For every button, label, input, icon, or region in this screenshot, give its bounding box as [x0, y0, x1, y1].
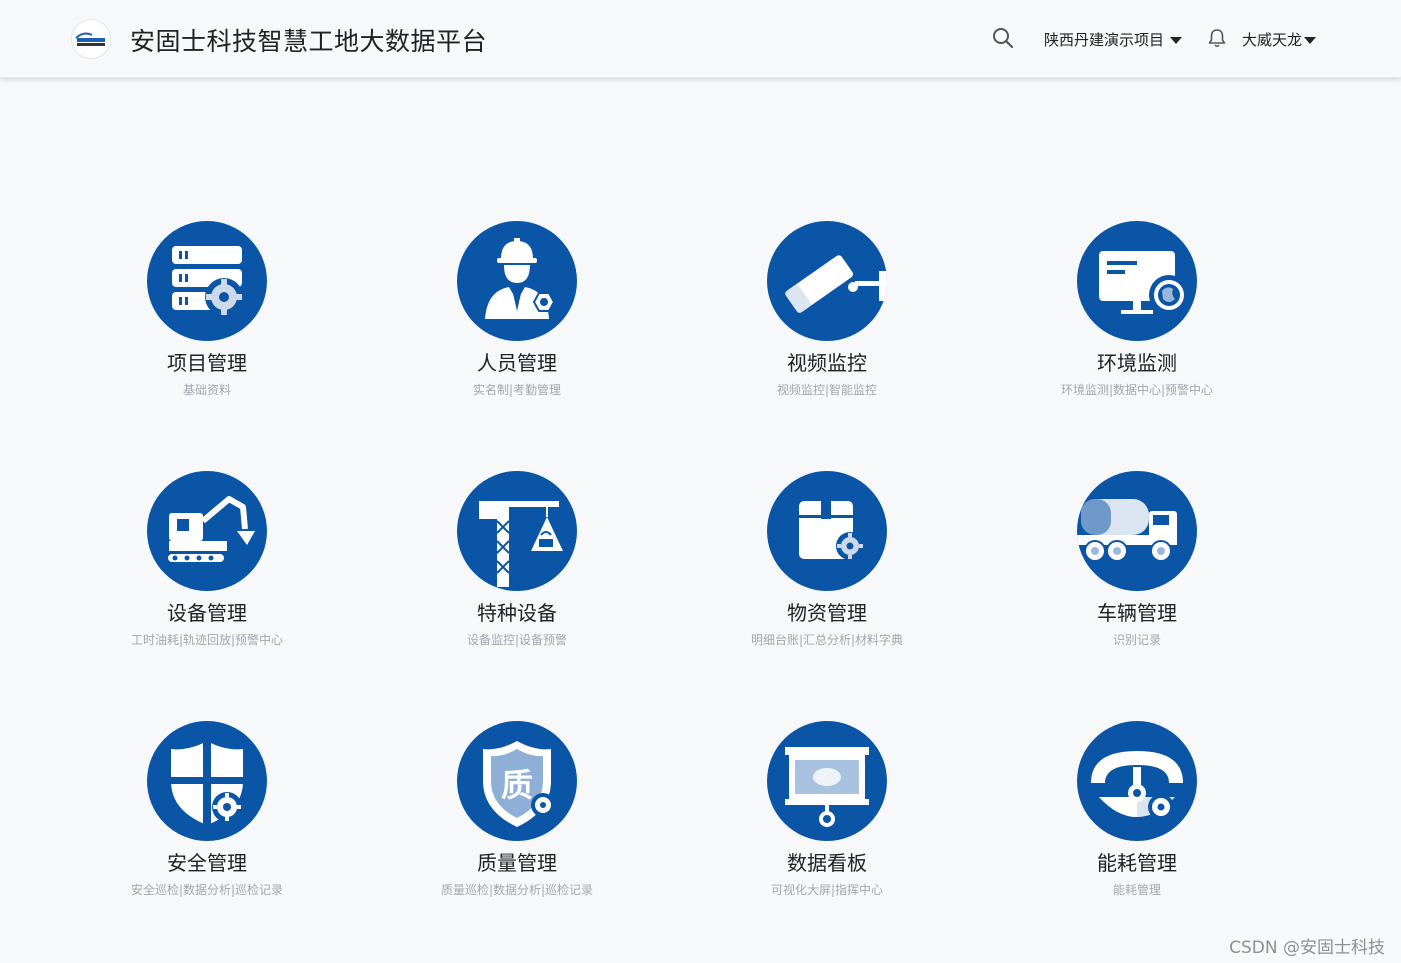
module-name: 质量管理 — [477, 851, 557, 875]
module-icon-circle — [147, 471, 267, 591]
module-name: 环境监测 — [1097, 351, 1177, 375]
worker-icon — [485, 238, 556, 319]
module-energy-management[interactable]: 能耗管理 能耗管理 — [1027, 721, 1247, 898]
module-name: 视频监控 — [787, 351, 867, 375]
bell-icon[interactable] — [1207, 28, 1227, 48]
module-equipment-management[interactable]: 设备管理 工时油耗|轨迹回放|预警中心 — [97, 471, 317, 648]
module-subtitle: 工时油耗|轨迹回放|预警中心 — [130, 633, 284, 647]
module-icon-circle — [147, 221, 267, 341]
module-name: 设备管理 — [167, 601, 247, 625]
project-selector[interactable]: 陕西丹建演示项目 — [1044, 29, 1183, 50]
module-subtitle: 识别记录 — [1112, 633, 1161, 647]
module-name: 能耗管理 — [1097, 851, 1177, 875]
module-subtitle: 明细台账|汇总分析|材料字典 — [750, 633, 904, 647]
module-subtitle: 基础资料 — [182, 383, 231, 397]
module-video-monitoring[interactable]: 视频监控 视频监控|智能监控 — [717, 221, 937, 398]
module-name: 数据看板 — [787, 851, 867, 875]
user-name: 大威天龙 — [1242, 31, 1303, 49]
quality-glyph: 质 — [501, 766, 533, 804]
camera-icon — [785, 255, 887, 313]
module-safety-management[interactable]: 安全管理 安全巡检|数据分析|巡检记录 — [97, 721, 317, 898]
module-subtitle: 实名制|考勤管理 — [472, 383, 562, 397]
module-subtitle: 质量巡检|数据分析|巡检记录 — [440, 883, 594, 897]
gauge-icon — [1091, 751, 1183, 820]
module-icon-circle — [457, 221, 577, 341]
module-data-dashboard[interactable]: 数据看板 可视化大屏|指挥中心 — [717, 721, 937, 898]
module-icon-circle — [147, 721, 267, 841]
quality-shield-icon: 质 — [483, 741, 555, 827]
watermark: CSDN @安固士科技 — [1229, 938, 1385, 958]
module-icon-circle — [457, 471, 577, 591]
module-material-management[interactable]: 物资管理 明细台账|汇总分析|材料字典 — [717, 471, 937, 648]
module-vehicle-management[interactable]: 车辆管理 识别记录 — [1027, 471, 1247, 648]
caret-down-icon — [1170, 37, 1183, 44]
caret-down-icon — [1304, 37, 1317, 44]
project-selector-label: 陕西丹建演示项目 — [1044, 31, 1165, 49]
module-subtitle: 环境监测|数据中心|预警中心 — [1060, 383, 1214, 397]
excavator-icon — [166, 496, 255, 564]
module-project-management[interactable]: 项目管理 基础资料 — [97, 221, 317, 398]
tower-crane-icon — [479, 501, 563, 587]
search-icon[interactable] — [992, 27, 1014, 49]
module-icon-circle — [767, 721, 887, 841]
module-name: 安全管理 — [167, 851, 247, 875]
module-quality-management[interactable]: 质 质量管理 质量巡检|数据分析|巡检记录 — [407, 721, 627, 898]
module-icon-circle — [767, 471, 887, 591]
module-environment-monitoring[interactable]: 环境监测 环境监测|数据中心|预警中心 — [1027, 221, 1247, 398]
module-subtitle: 设备监控|设备预警 — [466, 633, 568, 647]
shield-gear-icon — [171, 741, 243, 825]
module-personnel-management[interactable]: 人员管理 实名制|考勤管理 — [407, 221, 627, 398]
module-name: 物资管理 — [787, 601, 867, 625]
module-icon-circle — [1077, 221, 1197, 341]
module-special-equipment[interactable]: 特种设备 设备监控|设备预警 — [407, 471, 627, 648]
module-subtitle: 可视化大屏|指挥中心 — [770, 883, 884, 897]
logo-mark-icon — [75, 32, 105, 46]
module-subtitle: 视频监控|智能监控 — [776, 383, 878, 397]
module-name: 特种设备 — [477, 601, 557, 625]
dashboard-screen-icon — [785, 747, 869, 827]
module-subtitle: 能耗管理 — [1112, 883, 1161, 897]
module-name: 项目管理 — [167, 351, 247, 375]
module-icon-circle: 质 — [457, 721, 577, 841]
module-subtitle: 安全巡检|数据分析|巡检记录 — [130, 883, 284, 897]
monitor-globe-icon — [1099, 251, 1189, 315]
module-icon-circle — [767, 221, 887, 341]
top-header: 安固士科技智慧工地大数据平台 陕西丹建演示项目 大威天龙 — [0, 0, 1401, 78]
module-icon-circle — [1077, 471, 1197, 591]
platform-title: 安固士科技智慧工地大数据平台 — [130, 27, 488, 56]
module-name: 人员管理 — [477, 351, 557, 375]
box-gear-icon — [799, 501, 864, 560]
tanker-truck-icon — [1077, 499, 1177, 562]
module-name: 车辆管理 — [1097, 601, 1177, 625]
company-logo[interactable] — [71, 19, 111, 59]
user-menu[interactable]: 大威天龙 — [1242, 29, 1317, 50]
server-gear-icon — [172, 246, 243, 316]
module-icon-circle — [1077, 721, 1197, 841]
